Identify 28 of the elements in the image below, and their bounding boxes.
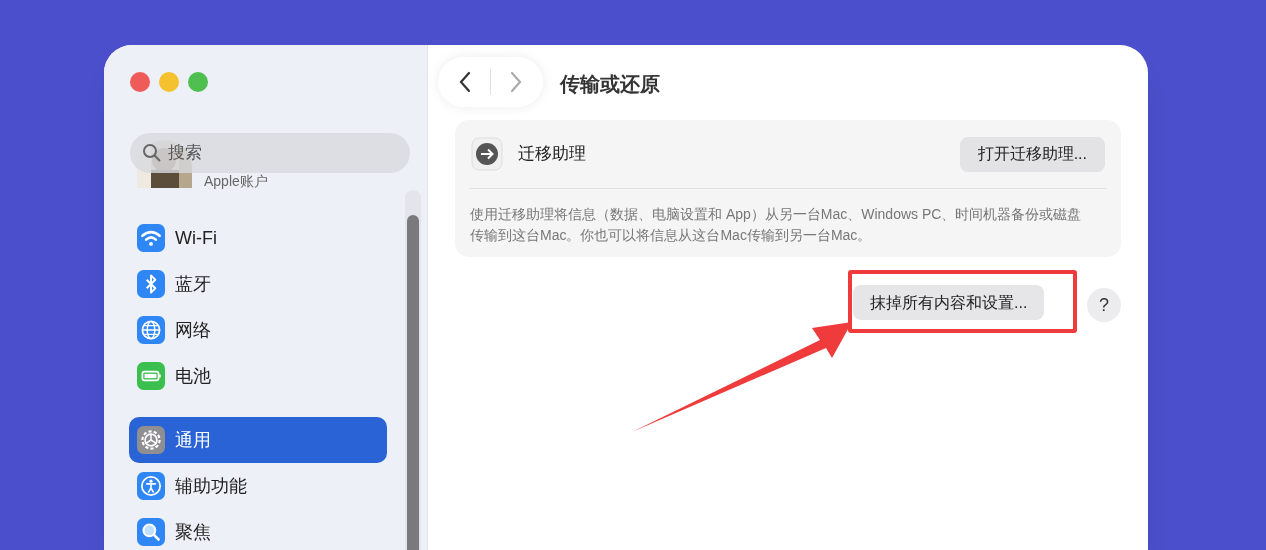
search-field[interactable]: 搜索 [130, 133, 410, 173]
scroll-bar[interactable] [405, 190, 421, 550]
sidebar-item[interactable]: 网络 [129, 307, 387, 353]
search-icon [137, 518, 165, 546]
accessibility-icon [137, 472, 165, 500]
migration-description: 使用迁移助理将信息（数据、电脑设置和 App）从另一台Mac、Windows PC、时间机器备份或磁盘传输到这台Mac。你也可以将信息从这台Mac传输到另一台Mac。 [470, 205, 1083, 245]
sidebar-item[interactable]: Wi-Fi [129, 215, 387, 261]
sidebar-item[interactable]: 电池 [129, 353, 387, 399]
sidebar-item[interactable]: 蓝牙 [129, 261, 387, 307]
forward-icon[interactable] [509, 71, 523, 93]
window-title: 传输或还原 [560, 72, 660, 97]
settings-icon [137, 426, 165, 454]
search-icon [142, 143, 162, 163]
sidebar-item[interactable]: 辅助功能 [129, 463, 387, 509]
sidebar-item[interactable]: 通用 [129, 417, 387, 463]
open-migration-button[interactable]: 打开迁移助理... [959, 136, 1105, 172]
sidebar-item[interactable]: 聚焦 [129, 509, 387, 550]
help-button[interactable]: ? [1087, 288, 1121, 322]
bluetooth-icon [137, 270, 165, 298]
battery-icon [137, 362, 165, 390]
migration-label: 迁移助理 [518, 143, 586, 166]
back-icon[interactable] [458, 71, 472, 93]
account-label[interactable]: Apple账户 [204, 171, 268, 192]
globe-icon [137, 316, 165, 344]
close-button[interactable] [130, 72, 150, 92]
zoom-button[interactable] [188, 72, 208, 92]
wifi-icon [137, 224, 165, 252]
erase-button[interactable]: 抹掉所有内容和设置... [853, 285, 1045, 320]
